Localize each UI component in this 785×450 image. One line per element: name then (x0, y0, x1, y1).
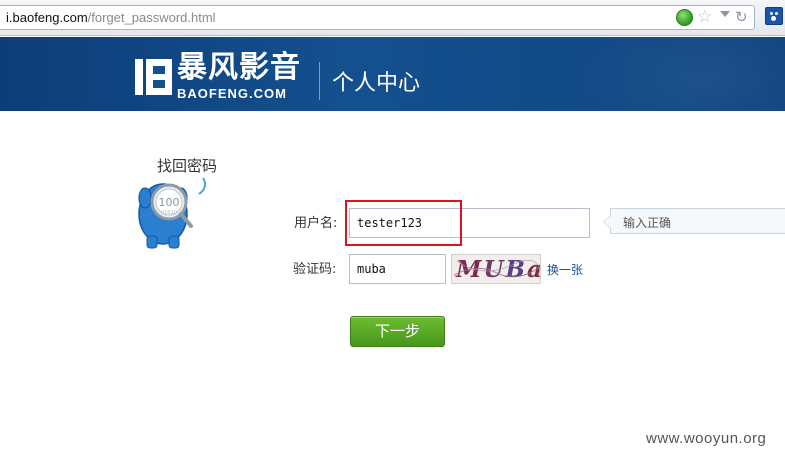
captcha-char: U (483, 256, 506, 283)
username-label: 用户名: (294, 216, 338, 231)
svg-text:100: 100 (159, 196, 180, 209)
address-bar[interactable]: i.baofeng.com/forget_password.html ☆ ↻ (0, 5, 755, 30)
captcha-char: a (527, 256, 540, 283)
captcha-image[interactable]: MUBa (451, 254, 541, 284)
captcha-char: M (456, 256, 484, 283)
viewport: i.baofeng.com/forget_password.html ☆ ↻ 暴… (0, 0, 785, 450)
browser-toolbar: i.baofeng.com/forget_password.html ☆ ↻ (0, 0, 785, 36)
captcha-char: B (505, 256, 527, 283)
logo-text-cn: 暴风影音 (177, 50, 301, 85)
refresh-icon[interactable]: ↻ (735, 6, 748, 28)
page-title: 找回密码 (157, 157, 218, 175)
mascot-illustration: 100 01010 (138, 177, 207, 249)
header-divider (319, 62, 320, 100)
refresh-captcha-link[interactable]: 换一张 (547, 262, 583, 278)
username-input[interactable] (349, 208, 590, 238)
username-hint: 输入正确 (603, 208, 785, 234)
logo-icon (135, 59, 172, 95)
captcha-image-text: MUBa (456, 256, 540, 283)
next-step-button[interactable]: 下一步 (350, 316, 445, 347)
go-icon[interactable] (676, 9, 693, 26)
dropdown-icon[interactable] (720, 11, 730, 17)
username-hint-text: 输入正确 (623, 216, 672, 230)
header-decoration (560, 37, 785, 111)
extension-icon[interactable] (765, 7, 783, 25)
url-text[interactable]: i.baofeng.com/forget_password.html (6, 10, 216, 25)
header-title[interactable]: 个人中心 (332, 71, 420, 97)
watermark: www.wooyun.org (646, 430, 767, 447)
url-host: i.baofeng.com (6, 10, 88, 25)
bookmark-star-icon[interactable]: ☆ (697, 7, 712, 27)
svg-text:01010: 01010 (161, 210, 177, 216)
url-path: /forget_password.html (87, 10, 216, 25)
captcha-input[interactable] (349, 254, 446, 284)
captcha-label: 验证码: (293, 262, 337, 277)
site-header: 暴风影音 BAOFENG.COM 个人中心 (0, 37, 785, 111)
logo-text-en: BAOFENG.COM (177, 86, 287, 101)
